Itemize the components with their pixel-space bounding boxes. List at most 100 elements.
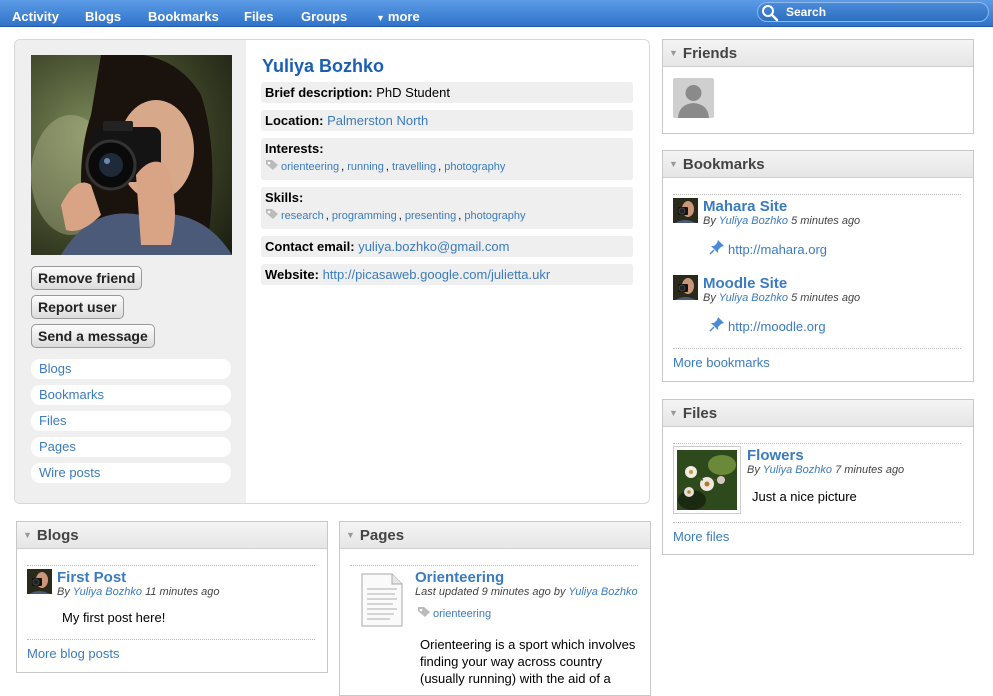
pages-header[interactable]: ▼ Pages bbox=[340, 522, 650, 549]
tag-link[interactable]: presenting bbox=[405, 210, 456, 222]
interests-field: Interests: orienteering, running, travel… bbox=[261, 138, 633, 180]
bookmark-url-link[interactable]: http://moodle.org bbox=[728, 319, 826, 334]
author-link[interactable]: Yuliya Bozhko bbox=[719, 215, 788, 227]
sidebar-item-wire-posts[interactable]: Wire posts bbox=[31, 463, 231, 483]
tag-link[interactable]: orienteering bbox=[281, 161, 339, 173]
divider bbox=[27, 565, 315, 566]
contact-email-link[interactable]: yuliya.bozhko@gmail.com bbox=[358, 239, 509, 254]
page-description-line: finding your way across country bbox=[420, 654, 603, 669]
sidebar-item-bookmarks[interactable]: Bookmarks bbox=[31, 385, 231, 405]
nav-files[interactable]: Files bbox=[244, 0, 274, 27]
bookmarks-header[interactable]: ▼ Bookmarks bbox=[663, 151, 973, 178]
sidebar-item-pages[interactable]: Pages bbox=[31, 437, 231, 457]
pages-title: Pages bbox=[359, 527, 405, 544]
contact-email-field: Contact email: yuliya.bozhko@gmail.com bbox=[261, 236, 633, 257]
brief-description-label: Brief description: bbox=[265, 85, 373, 100]
divider bbox=[673, 194, 961, 195]
pin-icon bbox=[709, 240, 724, 255]
divider bbox=[673, 522, 961, 523]
location-link[interactable]: Palmerston North bbox=[327, 113, 428, 128]
report-user-button[interactable]: Report user bbox=[31, 295, 124, 319]
nav-activity[interactable]: Activity bbox=[12, 0, 59, 27]
file-title-link[interactable]: Flowers bbox=[747, 447, 804, 464]
blog-post-body: My first post here! bbox=[62, 610, 166, 625]
triangle-down-icon: ▼ bbox=[346, 530, 355, 540]
website-field: Website: http://picasaweb.google.com/jul… bbox=[261, 264, 633, 285]
page-description-line: (usually running) with the aid of a bbox=[420, 671, 611, 686]
bookmarks-block: ▼ Bookmarks Mahara Site By Yuliya Bozhko … bbox=[662, 150, 974, 382]
send-message-button[interactable]: Send a message bbox=[31, 324, 155, 348]
interests-label: Interests: bbox=[265, 141, 324, 156]
divider bbox=[673, 443, 961, 444]
bookmark-title-link[interactable]: Mahara Site bbox=[703, 198, 787, 215]
nav-more[interactable]: ▼ more bbox=[376, 0, 420, 27]
page-byline: Last updated 9 minutes ago by Yuliya Boz… bbox=[415, 586, 638, 598]
skills-field: Skills: research, programming, presentin… bbox=[261, 187, 633, 229]
byline-by: By bbox=[57, 586, 70, 598]
nav-groups[interactable]: Groups bbox=[301, 0, 347, 27]
byline-time: 5 minutes ago bbox=[791, 292, 861, 304]
nav-blogs[interactable]: Blogs bbox=[85, 0, 121, 27]
pages-block: ▼ Pages Orienteering Last updated 9 minut… bbox=[339, 521, 651, 696]
sidebar-item-files[interactable]: Files bbox=[31, 411, 231, 431]
nav-bookmarks[interactable]: Bookmarks bbox=[148, 0, 219, 27]
avatar bbox=[673, 275, 698, 300]
tag-icon bbox=[418, 607, 430, 617]
page-description: Orienteering is a sport which involves f… bbox=[420, 636, 635, 687]
tag-link[interactable]: photography bbox=[444, 161, 505, 173]
nav-more-label: more bbox=[387, 9, 420, 24]
search-box bbox=[757, 2, 989, 22]
skills-label: Skills: bbox=[265, 190, 304, 205]
author-link[interactable]: Yuliya Bozhko bbox=[763, 464, 832, 476]
bookmark-title-link[interactable]: Moodle Site bbox=[703, 275, 787, 292]
triangle-down-icon: ▼ bbox=[669, 408, 678, 418]
bookmark-byline: By Yuliya Bozhko 5 minutes ago bbox=[703, 292, 860, 304]
search-icon[interactable] bbox=[761, 4, 779, 22]
bookmarks-title: Bookmarks bbox=[682, 156, 765, 173]
default-avatar-icon[interactable] bbox=[673, 78, 714, 118]
byline-by: By bbox=[703, 215, 716, 227]
tag-link[interactable]: research bbox=[281, 210, 324, 222]
tag-link[interactable]: programming bbox=[332, 210, 397, 222]
brief-description-value: PhD Student bbox=[376, 85, 450, 100]
tag-link[interactable]: photography bbox=[464, 210, 525, 222]
divider bbox=[350, 565, 638, 566]
page-title-link[interactable]: Orienteering bbox=[415, 569, 504, 586]
author-link[interactable]: Yuliya Bozhko bbox=[568, 586, 637, 598]
blogs-header[interactable]: ▼ Blogs bbox=[17, 522, 327, 549]
file-thumbnail[interactable] bbox=[673, 446, 741, 514]
bookmark-byline: By Yuliya Bozhko 5 minutes ago bbox=[703, 215, 860, 227]
more-files-link[interactable]: More files bbox=[673, 529, 729, 544]
remove-friend-button[interactable]: Remove friend bbox=[31, 266, 143, 290]
website-link[interactable]: http://picasaweb.google.com/julietta.ukr bbox=[323, 267, 551, 282]
profile-panel: Remove friend Report user Send a message… bbox=[14, 39, 650, 504]
pin-icon bbox=[709, 317, 724, 332]
divider bbox=[27, 639, 315, 640]
tag-link[interactable]: running bbox=[347, 161, 384, 173]
profile-photo bbox=[31, 55, 232, 255]
more-blog-posts-link[interactable]: More blog posts bbox=[27, 646, 120, 661]
files-title: Files bbox=[682, 405, 718, 422]
location-field: Location: Palmerston North bbox=[261, 110, 633, 131]
more-bookmarks-link[interactable]: More bookmarks bbox=[673, 355, 770, 370]
blog-post-title-link[interactable]: First Post bbox=[57, 569, 126, 586]
triangle-down-icon: ▼ bbox=[23, 530, 32, 540]
author-link[interactable]: Yuliya Bozhko bbox=[719, 292, 788, 304]
chevron-down-icon: ▼ bbox=[376, 13, 385, 23]
tag-link[interactable]: orienteering bbox=[433, 608, 491, 620]
byline-time: 7 minutes ago bbox=[835, 464, 905, 476]
page-updated-text: Last updated 9 minutes ago by bbox=[415, 586, 566, 598]
friends-block: ▼ Friends bbox=[662, 39, 974, 134]
sidebar-item-blogs[interactable]: Blogs bbox=[31, 359, 231, 379]
author-link[interactable]: Yuliya Bozhko bbox=[73, 586, 142, 598]
files-header[interactable]: ▼ Files bbox=[663, 400, 973, 427]
blog-post-byline: By Yuliya Bozhko 11 minutes ago bbox=[57, 586, 219, 598]
byline-time: 5 minutes ago bbox=[791, 215, 861, 227]
page-description-line: Orienteering is a sport which involves bbox=[420, 637, 636, 652]
page-document-icon[interactable] bbox=[360, 572, 404, 628]
byline-time: 11 minutes ago bbox=[145, 586, 220, 598]
search-input[interactable] bbox=[786, 4, 981, 20]
friends-header[interactable]: ▼ Friends bbox=[663, 40, 973, 67]
bookmark-url-link[interactable]: http://mahara.org bbox=[728, 242, 827, 257]
tag-link[interactable]: travelling bbox=[392, 161, 436, 173]
